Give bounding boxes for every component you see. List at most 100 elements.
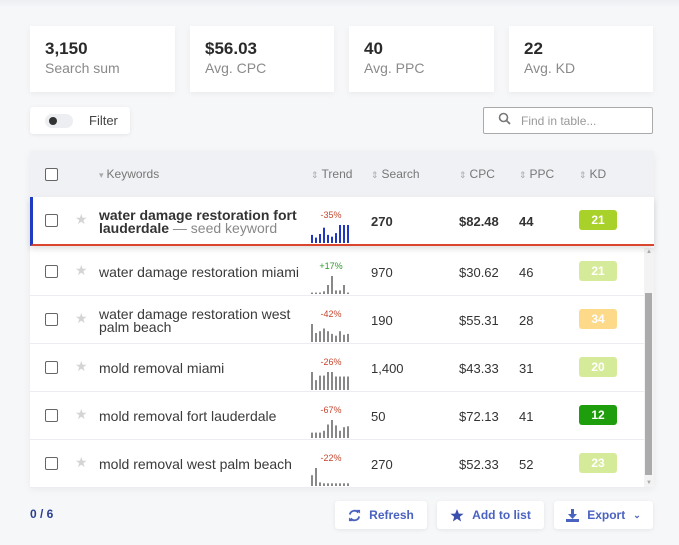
search-volume: 190 <box>371 313 393 328</box>
keyword-text: mold removal west palm beach <box>99 456 292 472</box>
keywords-table: ▾ Keywords ⇕ Trend ⇕ Search ⇕ CPC ⇕ PPC ⇕ KD ★… <box>30 151 654 488</box>
column-header-cpc[interactable]: ⇕ CPC <box>459 167 495 181</box>
star-icon[interactable]: ★ <box>75 310 88 327</box>
cpc-value: $55.31 <box>459 313 499 328</box>
stat-value: $56.03 <box>205 39 257 58</box>
column-header-kd[interactable]: ⇕ KD <box>579 167 606 181</box>
trend-bar <box>327 483 329 486</box>
top-shadow <box>0 0 679 8</box>
kd-badge: 20 <box>579 357 617 377</box>
trend-bar <box>319 331 321 342</box>
sort-icon: ⇕ <box>459 170 467 180</box>
column-header-search[interactable]: ⇕ Search <box>371 167 420 181</box>
ppc-value: 31 <box>519 361 534 376</box>
keyword-cell[interactable]: water damage restoration fort lauderdale… <box>99 208 299 235</box>
refresh-label: Refresh <box>369 508 414 522</box>
selection-count: 0 / 6 <box>30 507 54 521</box>
trend-bar <box>311 372 313 390</box>
sort-icon: ⇕ <box>311 170 319 180</box>
trend-bar <box>319 432 321 438</box>
column-header-trend[interactable]: ⇕ Trend <box>311 167 352 181</box>
trend-bar <box>323 291 325 294</box>
star-icon[interactable]: ★ <box>75 454 88 471</box>
trend-sparkline <box>311 372 349 390</box>
trend-bar <box>343 427 345 438</box>
stat-label: Avg. KD <box>524 60 576 76</box>
table-row-seed[interactable]: ★ water damage restoration fort lauderda… <box>30 197 654 246</box>
stat-card-avg-cpc: $56.03 Avg. CPC <box>190 26 334 92</box>
trend-bar <box>315 468 317 486</box>
find-in-table-field[interactable] <box>483 107 653 134</box>
trend-percent: -67% <box>320 405 342 415</box>
filter-label: Filter <box>89 113 118 128</box>
export-dropdown-button[interactable]: Export ⌄ <box>554 501 653 529</box>
search-volume: 970 <box>371 265 393 280</box>
table-row[interactable]: ★ mold removal fort lauderdale -67% 50 $… <box>30 392 644 440</box>
select-all-checkbox[interactable] <box>45 168 58 181</box>
switch-knob <box>49 116 57 125</box>
ppc-value: 44 <box>519 214 534 229</box>
scroll-down-arrow-icon[interactable]: ▼ <box>645 480 653 486</box>
download-icon <box>566 508 580 522</box>
trend-bar <box>347 376 349 390</box>
stat-card-avg-kd: 22 Avg. KD <box>509 26 653 92</box>
refresh-button[interactable]: Refresh <box>335 501 427 529</box>
star-icon[interactable]: ★ <box>75 406 88 423</box>
trend-sparkline <box>311 225 349 243</box>
scrollbar-thumb[interactable] <box>645 293 652 475</box>
trend-bar <box>311 432 313 438</box>
stat-label: Avg. PPC <box>364 60 425 76</box>
export-label: Export <box>587 508 626 522</box>
table-row[interactable]: ★ water damage restoration west palm bea… <box>30 296 644 344</box>
star-icon[interactable]: ★ <box>75 262 88 279</box>
trend-bar <box>339 290 341 294</box>
trend-bar <box>335 335 337 342</box>
search-volume: 1,400 <box>371 361 404 376</box>
keyword-cell[interactable]: water damage restoration west palm beach <box>99 307 299 334</box>
trend-bar <box>315 237 317 243</box>
table-row[interactable]: ★ mold removal miami -26% 1,400 $43.33 3… <box>30 344 644 392</box>
trend-percent: +17% <box>319 261 343 271</box>
stat-card-search-sum: 3,150 Search sum <box>30 26 175 92</box>
stat-value: 22 <box>524 39 543 58</box>
add-to-list-button[interactable]: Add to list <box>437 501 544 529</box>
trend-percent: -42% <box>320 309 342 319</box>
keyword-text: mold removal fort lauderdale <box>99 408 277 424</box>
ppc-value: 46 <box>519 265 534 280</box>
star-icon[interactable]: ★ <box>75 211 88 228</box>
table-header: ▾ Keywords ⇕ Trend ⇕ Search ⇕ CPC ⇕ PPC ⇕ KD <box>30 151 654 197</box>
search-volume: 270 <box>371 457 393 472</box>
row-checkbox[interactable] <box>45 214 58 227</box>
cpc-value: $30.62 <box>459 265 499 280</box>
row-checkbox[interactable] <box>45 409 58 422</box>
table-row[interactable]: ★ mold removal west palm beach -22% 270 … <box>30 440 644 488</box>
column-header-keywords[interactable]: ▾ Keywords <box>99 167 159 181</box>
keyword-cell[interactable]: mold removal west palm beach <box>99 456 299 472</box>
trend-bar <box>339 483 341 486</box>
row-checkbox[interactable] <box>45 457 58 470</box>
table-scrollbar[interactable]: ▲ ▼ <box>644 248 654 487</box>
filter-switch[interactable] <box>45 113 73 128</box>
trend-bar <box>335 233 337 243</box>
row-checkbox[interactable] <box>45 361 58 374</box>
keyword-text: mold removal miami <box>99 360 225 376</box>
find-in-table-input[interactable] <box>521 113 641 128</box>
trend-bar <box>331 483 333 486</box>
trend-bar <box>331 420 333 438</box>
table-row[interactable]: ★ water damage restoration miami +17% 97… <box>30 248 644 296</box>
trend-percent: -35% <box>320 210 342 220</box>
trend-bar <box>319 292 321 294</box>
stat-value: 3,150 <box>45 39 88 58</box>
filter-toggle-button[interactable]: Filter <box>30 107 130 134</box>
star-icon[interactable]: ★ <box>75 358 88 375</box>
column-header-ppc[interactable]: ⇕ PPC <box>519 167 554 181</box>
search-volume: 270 <box>371 214 393 229</box>
keyword-cell[interactable]: mold removal fort lauderdale <box>99 408 299 424</box>
trend-bar <box>331 276 333 294</box>
scroll-up-arrow-icon[interactable]: ▲ <box>645 249 653 255</box>
keyword-cell[interactable]: water damage restoration miami <box>99 265 299 279</box>
row-checkbox[interactable] <box>45 313 58 326</box>
row-checkbox[interactable] <box>45 265 58 278</box>
keyword-cell[interactable]: mold removal miami <box>99 360 299 376</box>
trend-bar <box>327 331 329 342</box>
